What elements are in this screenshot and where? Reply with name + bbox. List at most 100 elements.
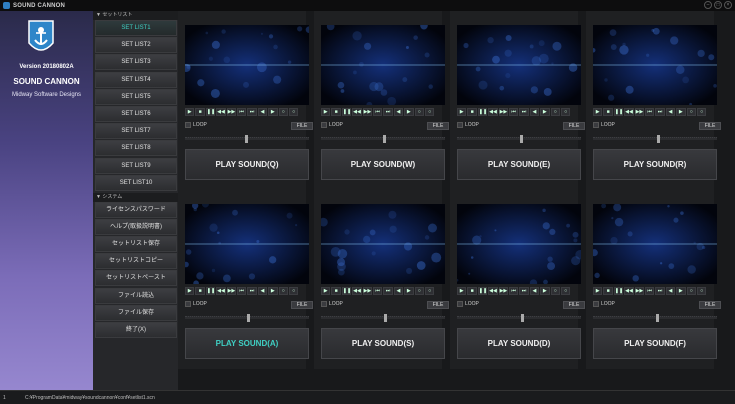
setlist-button-8[interactable]: SET LIST8 xyxy=(95,140,177,157)
system-menu-button-5[interactable]: セットリストペースト xyxy=(95,270,177,287)
position-slider[interactable] xyxy=(593,135,717,143)
play-sound-button[interactable]: PLAY SOUND(R) xyxy=(593,149,717,180)
stop-icon[interactable]: ■ xyxy=(467,287,477,295)
loop-option[interactable]: LOOP xyxy=(593,301,615,307)
rewind-icon[interactable]: ◀◀ xyxy=(352,287,362,295)
play-icon[interactable]: ▶ xyxy=(457,287,467,295)
setlist-button-9[interactable]: SET LIST9 xyxy=(95,157,177,174)
next-icon[interactable]: ⏭ xyxy=(655,287,665,295)
skip-back-icon[interactable]: ◀ xyxy=(529,287,540,295)
loop-checkbox[interactable] xyxy=(457,122,463,128)
setlist-button-5[interactable]: SET LIST5 xyxy=(95,88,177,105)
skip-back-icon[interactable]: ◀ xyxy=(393,287,404,295)
position-slider[interactable] xyxy=(457,135,581,143)
position-slider[interactable] xyxy=(321,314,445,322)
prev-icon[interactable]: ⏮ xyxy=(644,287,655,295)
play-sound-button[interactable]: PLAY SOUND(A) xyxy=(185,328,309,359)
system-menu-button-4[interactable]: セットリストコピー xyxy=(95,253,177,270)
stop-icon[interactable]: ■ xyxy=(467,108,477,116)
next-icon[interactable]: ⏭ xyxy=(383,287,393,295)
file-button[interactable]: FILE xyxy=(563,122,585,130)
unknown-icon[interactable]: ○ xyxy=(288,287,299,295)
forward-icon[interactable]: ▶▶ xyxy=(634,108,644,116)
file-button[interactable]: FILE xyxy=(291,122,313,130)
play-sound-button[interactable]: PLAY SOUND(S) xyxy=(321,328,445,359)
system-menu-button-7[interactable]: ファイル保存 xyxy=(95,304,177,321)
stop-icon[interactable]: ■ xyxy=(195,287,205,295)
next-icon[interactable]: ⏭ xyxy=(519,287,529,295)
loop-option[interactable]: LOOP xyxy=(593,122,615,128)
loop-option[interactable]: LOOP xyxy=(185,301,207,307)
file-button[interactable]: FILE xyxy=(427,301,449,309)
position-slider[interactable] xyxy=(321,135,445,143)
slider-handle[interactable] xyxy=(656,314,659,322)
pause-icon[interactable]: ❚❚ xyxy=(613,287,624,295)
prev-icon[interactable]: ⏮ xyxy=(236,287,247,295)
position-slider[interactable] xyxy=(185,314,309,322)
rewind-icon[interactable]: ◀◀ xyxy=(624,108,634,116)
skip-forward-icon[interactable]: ▶ xyxy=(540,287,550,295)
unknown-icon[interactable]: ○ xyxy=(696,287,707,295)
loop-checkbox[interactable] xyxy=(321,122,327,128)
unknown-icon[interactable]: ○ xyxy=(424,108,435,116)
stop-icon[interactable]: ■ xyxy=(603,108,613,116)
play-icon[interactable]: ▶ xyxy=(321,287,331,295)
close-button[interactable]: × xyxy=(724,1,732,9)
loop-checkbox[interactable] xyxy=(593,301,599,307)
pause-icon[interactable]: ❚❚ xyxy=(477,108,488,116)
play-sound-button[interactable]: PLAY SOUND(E) xyxy=(457,149,581,180)
skip-forward-icon[interactable]: ▶ xyxy=(676,287,686,295)
skip-forward-icon[interactable]: ▶ xyxy=(404,287,414,295)
setlist-button-6[interactable]: SET LIST6 xyxy=(95,105,177,122)
play-icon[interactable]: ▶ xyxy=(593,287,603,295)
forward-icon[interactable]: ▶▶ xyxy=(362,108,372,116)
position-slider[interactable] xyxy=(593,314,717,322)
setlist-button-1[interactable]: SET LIST1 xyxy=(95,20,177,36)
slider-handle[interactable] xyxy=(384,314,387,322)
pause-icon[interactable]: ❚❚ xyxy=(477,287,488,295)
system-menu-button-3[interactable]: セットリスト保存 xyxy=(95,236,177,253)
loop-checkbox[interactable] xyxy=(321,301,327,307)
pause-icon[interactable]: ❚❚ xyxy=(613,108,624,116)
slider-handle[interactable] xyxy=(245,135,248,143)
loop-checkbox[interactable] xyxy=(185,301,191,307)
prev-icon[interactable]: ⏮ xyxy=(372,287,383,295)
pause-icon[interactable]: ❚❚ xyxy=(341,287,352,295)
loop-checkbox[interactable] xyxy=(593,122,599,128)
next-icon[interactable]: ⏭ xyxy=(247,287,257,295)
loop-option[interactable]: LOOP xyxy=(457,122,479,128)
pause-icon[interactable]: ❚❚ xyxy=(341,108,352,116)
rewind-icon[interactable]: ◀◀ xyxy=(488,108,498,116)
rewind-icon[interactable]: ◀◀ xyxy=(624,287,634,295)
unknown-icon[interactable]: ○ xyxy=(696,108,707,116)
unknown-icon[interactable]: ○ xyxy=(560,287,571,295)
slider-handle[interactable] xyxy=(247,314,250,322)
loop-checkbox[interactable] xyxy=(185,122,191,128)
forward-icon[interactable]: ▶▶ xyxy=(362,287,372,295)
unknown-icon[interactable]: ○ xyxy=(424,287,435,295)
system-menu-button-2[interactable]: ヘルプ(取扱説明書) xyxy=(95,218,177,235)
position-slider[interactable] xyxy=(185,135,309,143)
prev-icon[interactable]: ⏮ xyxy=(508,108,519,116)
play-sound-button[interactable]: PLAY SOUND(Q) xyxy=(185,149,309,180)
loop-option[interactable]: LOOP xyxy=(457,301,479,307)
loop-option[interactable]: LOOP xyxy=(321,301,343,307)
stop-icon[interactable]: ■ xyxy=(195,108,205,116)
system-menu-button-1[interactable]: ライセンスパスワード xyxy=(95,201,177,218)
skip-forward-icon[interactable]: ▶ xyxy=(404,108,414,116)
loop-option[interactable]: LOOP xyxy=(321,122,343,128)
skip-back-icon[interactable]: ◀ xyxy=(665,287,676,295)
file-button[interactable]: FILE xyxy=(699,301,721,309)
skip-forward-icon[interactable]: ▶ xyxy=(540,108,550,116)
pause-icon[interactable]: ❚❚ xyxy=(205,108,216,116)
unknown-icon[interactable]: ○ xyxy=(288,108,299,116)
setlist-button-10[interactable]: SET LIST10 xyxy=(95,174,177,191)
loop-icon[interactable]: ○ xyxy=(550,287,560,295)
file-button[interactable]: FILE xyxy=(563,301,585,309)
play-icon[interactable]: ▶ xyxy=(593,108,603,116)
unknown-icon[interactable]: ○ xyxy=(560,108,571,116)
file-button[interactable]: FILE xyxy=(699,122,721,130)
prev-icon[interactable]: ⏮ xyxy=(508,287,519,295)
slider-handle[interactable] xyxy=(520,135,523,143)
minimize-button[interactable]: – xyxy=(704,1,712,9)
